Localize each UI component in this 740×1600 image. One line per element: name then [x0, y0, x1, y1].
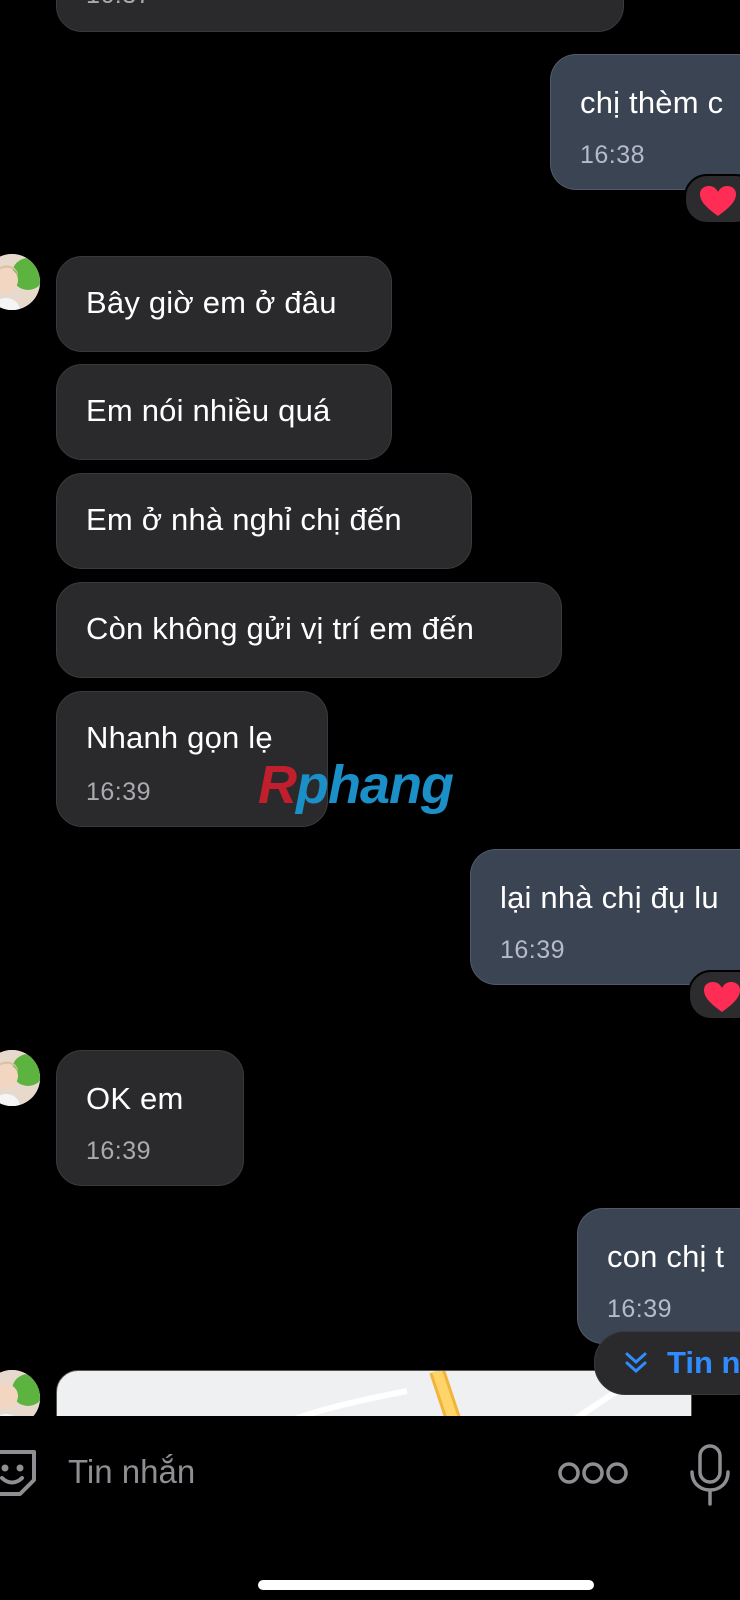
message-bubble-incoming[interactable]: Em ở nhà nghỉ chị đến	[56, 473, 472, 569]
composer-bar	[0, 1416, 740, 1600]
heart-icon	[700, 186, 736, 216]
message-text: Nhanh gọn lẹ	[86, 720, 273, 755]
message-time: 16:39	[607, 1295, 673, 1323]
message-text: Còn không gửi vị trí em đến	[86, 611, 475, 646]
microphone-icon[interactable]	[688, 1444, 732, 1508]
message-time: 16:39	[500, 936, 566, 964]
message-text: Bây giờ em ở đâu	[86, 285, 337, 320]
sticker-icon[interactable]	[0, 1446, 40, 1500]
message-bubble-incoming[interactable]: OK em 16:39	[56, 1050, 244, 1186]
heart-icon	[704, 982, 740, 1012]
new-messages-label: Tin n	[667, 1345, 740, 1380]
message-text: lại nhà chị đụ lu	[500, 880, 719, 915]
message-text: chị thèm c	[580, 85, 724, 120]
message-text: con chị t	[607, 1239, 725, 1274]
message-bubble-incoming[interactable]: Còn không gửi vị trí em đến	[56, 582, 562, 678]
message-bubble-outgoing[interactable]: lại nhà chị đụ lu 16:39	[470, 849, 740, 985]
message-text: Em nói nhiều quá	[86, 393, 331, 428]
avatar[interactable]	[0, 254, 40, 310]
new-messages-button[interactable]: Tin n	[594, 1331, 740, 1395]
message-text: Em ở nhà nghỉ chị đến	[86, 502, 402, 537]
reaction-badge[interactable]	[688, 970, 740, 1020]
avatar[interactable]	[0, 1050, 40, 1106]
watermark-logo: Rphang	[258, 755, 454, 815]
home-indicator[interactable]	[258, 1580, 594, 1590]
more-icon[interactable]	[558, 1460, 628, 1486]
message-time: 16:38	[580, 141, 646, 169]
message-bubble-outgoing[interactable]: chị thèm c 16:38	[550, 54, 740, 190]
message-time: 16:39	[86, 778, 152, 806]
double-chevron-down-icon	[625, 1352, 647, 1374]
message-time: 16:39	[86, 1137, 152, 1165]
message-bubble-incoming[interactable]: Bây giờ em ở đâu	[56, 256, 392, 352]
message-bubble-outgoing[interactable]: con chị t 16:39	[577, 1208, 740, 1344]
message-bubble-incoming[interactable]: Em nói nhiều quá	[56, 364, 392, 460]
message-text: OK em	[86, 1081, 184, 1116]
reaction-badge[interactable]	[684, 174, 740, 224]
message-time: 16:37	[86, 0, 151, 10]
message-bubble-incoming-partial[interactable]: 16:37	[56, 0, 624, 32]
message-input[interactable]: Tin nhắn	[68, 1453, 195, 1491]
